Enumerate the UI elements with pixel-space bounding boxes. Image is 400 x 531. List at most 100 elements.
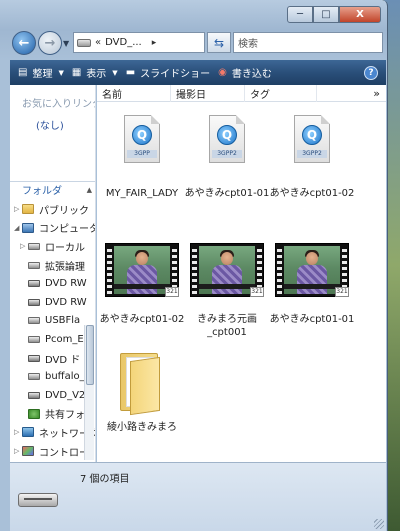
- video-thumbnail: 321: [275, 243, 349, 297]
- quicktime-icon: Q: [132, 125, 152, 145]
- file-name: きみまろ元画 _cpt001: [197, 314, 257, 338]
- tree-expander-icon[interactable]: ▷: [14, 205, 22, 213]
- video-thumbnail: 321: [105, 243, 179, 297]
- explorer-window: ─ □ X ← → ▼ « DVD_... ▸ ⇆ 検索 ▤ 整理 ▼ ▦ 表示…: [0, 0, 388, 531]
- video-frame-head: [306, 252, 318, 265]
- video-frame: [199, 246, 255, 294]
- video-badge: 321: [165, 287, 179, 297]
- file-name: あやきみcpt01-01: [184, 188, 270, 199]
- tree-expander-icon[interactable]: ▷: [14, 447, 22, 455]
- drive-icon: [77, 38, 91, 47]
- folders-title: フォルダ: [22, 186, 62, 197]
- views-button[interactable]: ▦ 表示 ▼: [72, 60, 118, 85]
- scrollbar-thumb[interactable]: [86, 325, 94, 385]
- tree-item-label: パブリック: [39, 205, 89, 217]
- forward-button[interactable]: →: [38, 31, 62, 55]
- minimize-button[interactable]: ─: [287, 6, 313, 23]
- folder-tree-scrollbar[interactable]: [84, 325, 94, 460]
- slideshow-button[interactable]: ▬ スライドショー: [126, 60, 210, 85]
- file-item[interactable]: Q 3GPP2 あやきみcpt01-01: [185, 107, 269, 200]
- tree-expander-icon[interactable]: ▷: [20, 242, 28, 250]
- organize-label: 整理: [32, 69, 53, 80]
- folder-item[interactable]: 綾小路きみまろ: [101, 341, 183, 434]
- folder-icon: [22, 204, 34, 215]
- breadcrumb-current[interactable]: DVD_...: [105, 37, 142, 48]
- file-thumbnail: Q 3GPP2: [274, 107, 350, 181]
- favorite-links-empty: (なし): [36, 121, 64, 132]
- address-bar[interactable]: « DVD_... ▸: [73, 32, 205, 53]
- burn-label: 書き込む: [231, 69, 272, 80]
- tree-item-label: buffalo_: [45, 371, 85, 383]
- tree-item[interactable]: ▷ ローカル: [10, 237, 95, 256]
- address-row: ← → ▼ « DVD_... ▸ ⇆ 検索: [0, 28, 387, 58]
- breadcrumb-overflow[interactable]: «: [95, 37, 101, 48]
- recent-pages-dropdown[interactable]: ▼: [63, 39, 69, 48]
- video-badge: 321: [250, 287, 264, 297]
- maximize-button[interactable]: □: [313, 6, 339, 23]
- back-button[interactable]: ←: [12, 31, 36, 55]
- column-header-date[interactable]: 撮影日: [171, 84, 245, 102]
- network-icon: [22, 427, 34, 438]
- file-item[interactable]: 321 あやきみcpt01-02: [100, 233, 184, 326]
- file-item[interactable]: Q 3GPP2 あやきみcpt01-02: [270, 107, 354, 200]
- organize-icon: ▤: [18, 67, 28, 78]
- resize-grip[interactable]: [374, 519, 384, 529]
- file-item[interactable]: 321 あやきみcpt01-01: [270, 233, 354, 326]
- help-button[interactable]: ?: [364, 65, 378, 80]
- tree-item-label: Pcom_E: [45, 333, 84, 345]
- computer-icon: [22, 222, 34, 233]
- search-input[interactable]: 検索: [233, 32, 383, 53]
- video-frame-person: [127, 265, 157, 294]
- file-name: あやきみcpt01-01: [269, 314, 355, 325]
- video-frame: [284, 246, 340, 294]
- dvd-icon: [28, 391, 40, 399]
- chevron-down-icon: ▼: [58, 68, 64, 77]
- chevron-down-icon: ▼: [112, 68, 118, 77]
- burn-button[interactable]: ◉ 書き込む: [218, 60, 272, 85]
- folders-header[interactable]: フォルダ ▲: [10, 181, 95, 197]
- tree-item-label: コンピュータ: [39, 224, 96, 236]
- tree-item[interactable]: DVD RW: [10, 293, 95, 312]
- breadcrumb-chevron[interactable]: ▸: [152, 38, 157, 48]
- drive-icon: [28, 373, 40, 381]
- video-frame-subtitle: [114, 284, 170, 289]
- tree-expander-icon[interactable]: ▷: [14, 428, 22, 436]
- tree-item-label: DVD RW: [45, 278, 87, 290]
- file-name: あやきみcpt01-02: [269, 188, 355, 199]
- close-button[interactable]: X: [339, 6, 381, 23]
- file-name: あやきみcpt01-02: [99, 314, 185, 325]
- video-frame-subtitle: [284, 284, 340, 289]
- details-pane: 7 個の項目: [10, 462, 386, 531]
- chevron-down-icon: ▲: [86, 185, 92, 194]
- dvd-icon: [28, 280, 40, 288]
- tree-item-label: ローカル: [45, 242, 85, 254]
- file-item[interactable]: Q 3GPP MY_FAIR_LADY: [101, 107, 183, 200]
- refresh-button[interactable]: ⇆: [207, 32, 231, 53]
- tree-item-label: コントロー: [39, 447, 89, 459]
- tree-item[interactable]: ◢ コンピュータ: [10, 219, 96, 238]
- file-thumbnail: Q 3GPP: [104, 107, 180, 181]
- more-columns-button[interactable]: »: [368, 85, 386, 102]
- drive-icon: [18, 489, 58, 509]
- file-name: MY_FAIR_LADY: [105, 188, 179, 199]
- navigation-pane: お気に入りリンク (なし) フォルダ ▲ ▷ パブリック ◢ コンピュータ ▷ ローカル拡…: [10, 85, 96, 462]
- file-thumbnail: 321: [104, 233, 180, 307]
- slideshow-icon: ▬: [125, 67, 136, 78]
- refresh-icon: ⇆: [213, 35, 225, 50]
- tree-expander-icon[interactable]: ◢: [14, 224, 22, 232]
- video-frame: [114, 246, 170, 294]
- file-thumbnail: 321: [274, 233, 350, 307]
- tree-item[interactable]: ▷ パブリック: [10, 200, 95, 219]
- burn-icon: ◉: [218, 67, 227, 78]
- tree-item[interactable]: DVD RW: [10, 274, 95, 293]
- folder-name: 綾小路きみまろ: [107, 422, 177, 433]
- column-header-tag[interactable]: タグ: [245, 84, 317, 102]
- video-frame-head: [136, 252, 148, 265]
- video-frame-subtitle: [199, 284, 255, 289]
- tree-item[interactable]: 拡張論理: [10, 256, 95, 275]
- column-header-name[interactable]: 名前: [97, 84, 171, 102]
- file-item[interactable]: 321 きみまろ元画 _cpt001: [186, 233, 268, 339]
- organize-button[interactable]: ▤ 整理 ▼: [18, 60, 64, 85]
- title-bar: ─ □ X: [0, 0, 387, 30]
- file-type-tag: 3GPP2: [212, 150, 242, 158]
